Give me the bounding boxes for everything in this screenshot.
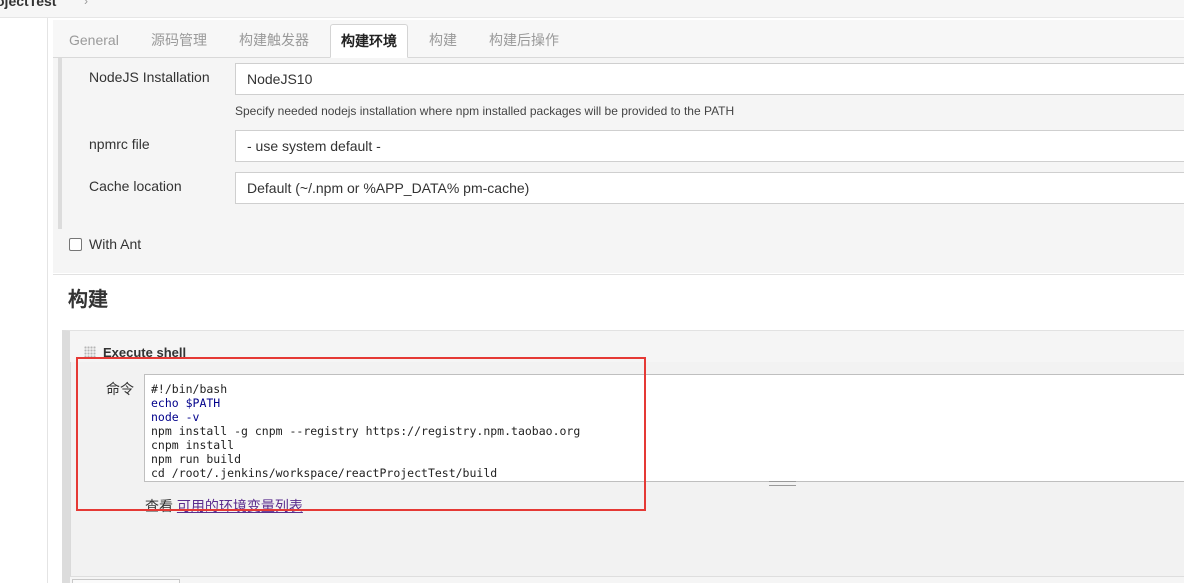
- command-label: 命令: [106, 381, 134, 397]
- nodejs-installation-select[interactable]: NodeJS10: [235, 63, 1184, 95]
- tab-build-triggers[interactable]: 构建触发器: [229, 24, 319, 58]
- breadcrumb-project[interactable]: ojectTest: [0, 0, 56, 9]
- cache-location-select[interactable]: Default (~/.npm or %APP_DATA% pm-cache): [235, 172, 1184, 204]
- section-divider: [53, 274, 1184, 275]
- env-vars-hint: 查看 可用的环境变量列表: [145, 496, 303, 516]
- add-build-step-button[interactable]: [72, 579, 180, 583]
- tab-scm[interactable]: 源码管理: [141, 24, 217, 58]
- tab-post-build[interactable]: 构建后操作: [479, 24, 569, 58]
- command-textarea[interactable]: #!/bin/bash echo $PATH node -v npm insta…: [144, 374, 1184, 482]
- command-line: echo $PATH: [151, 396, 221, 410]
- tab-build-environment[interactable]: 构建环境: [330, 24, 408, 58]
- textarea-resize-grip-icon[interactable]: [769, 481, 796, 486]
- build-section-title: 构建: [68, 289, 108, 311]
- command-line: #!/bin/bash: [151, 382, 228, 396]
- with-ant-label: With Ant: [89, 236, 142, 252]
- command-line: cnpm install: [151, 438, 235, 452]
- command-line: node -v: [151, 410, 200, 424]
- breadcrumb-chevron-icon[interactable]: ›: [84, 0, 88, 8]
- jenkins-config-page: ojectTest › General 源码管理 构建触发器 构建环境 构建 构…: [0, 0, 1184, 583]
- nodejs-installation-label: NodeJS Installation: [89, 69, 210, 85]
- npmrc-file-select[interactable]: - use system default -: [235, 130, 1184, 162]
- config-tabbar: General 源码管理 构建触发器 构建环境 构建 构建后操作: [53, 20, 1184, 58]
- drag-handle-icon[interactable]: [84, 346, 96, 358]
- execute-shell-title: Execute shell: [103, 345, 187, 360]
- env-vars-prefix: 查看: [145, 498, 177, 514]
- left-gutter-divider: [47, 18, 48, 583]
- breadcrumb: ojectTest ›: [0, 0, 1184, 18]
- with-ant-checkbox[interactable]: [69, 237, 82, 251]
- nodejs-installation-hint: Specify needed nodejs installation where…: [235, 104, 735, 118]
- npmrc-file-label: npmrc file: [89, 136, 150, 152]
- command-line: npm run build: [151, 452, 242, 466]
- tab-build[interactable]: 构建: [419, 24, 467, 58]
- env-vars-link[interactable]: 可用的环境变量列表: [177, 498, 303, 514]
- cache-location-label: Cache location: [89, 178, 182, 194]
- tab-general[interactable]: General: [59, 24, 129, 58]
- command-line: cd /root/.jenkins/workspace/reactProject…: [151, 466, 498, 480]
- command-line: npm install -g cnpm --registry https://r…: [151, 424, 581, 438]
- with-ant-option[interactable]: With Ant: [69, 236, 141, 252]
